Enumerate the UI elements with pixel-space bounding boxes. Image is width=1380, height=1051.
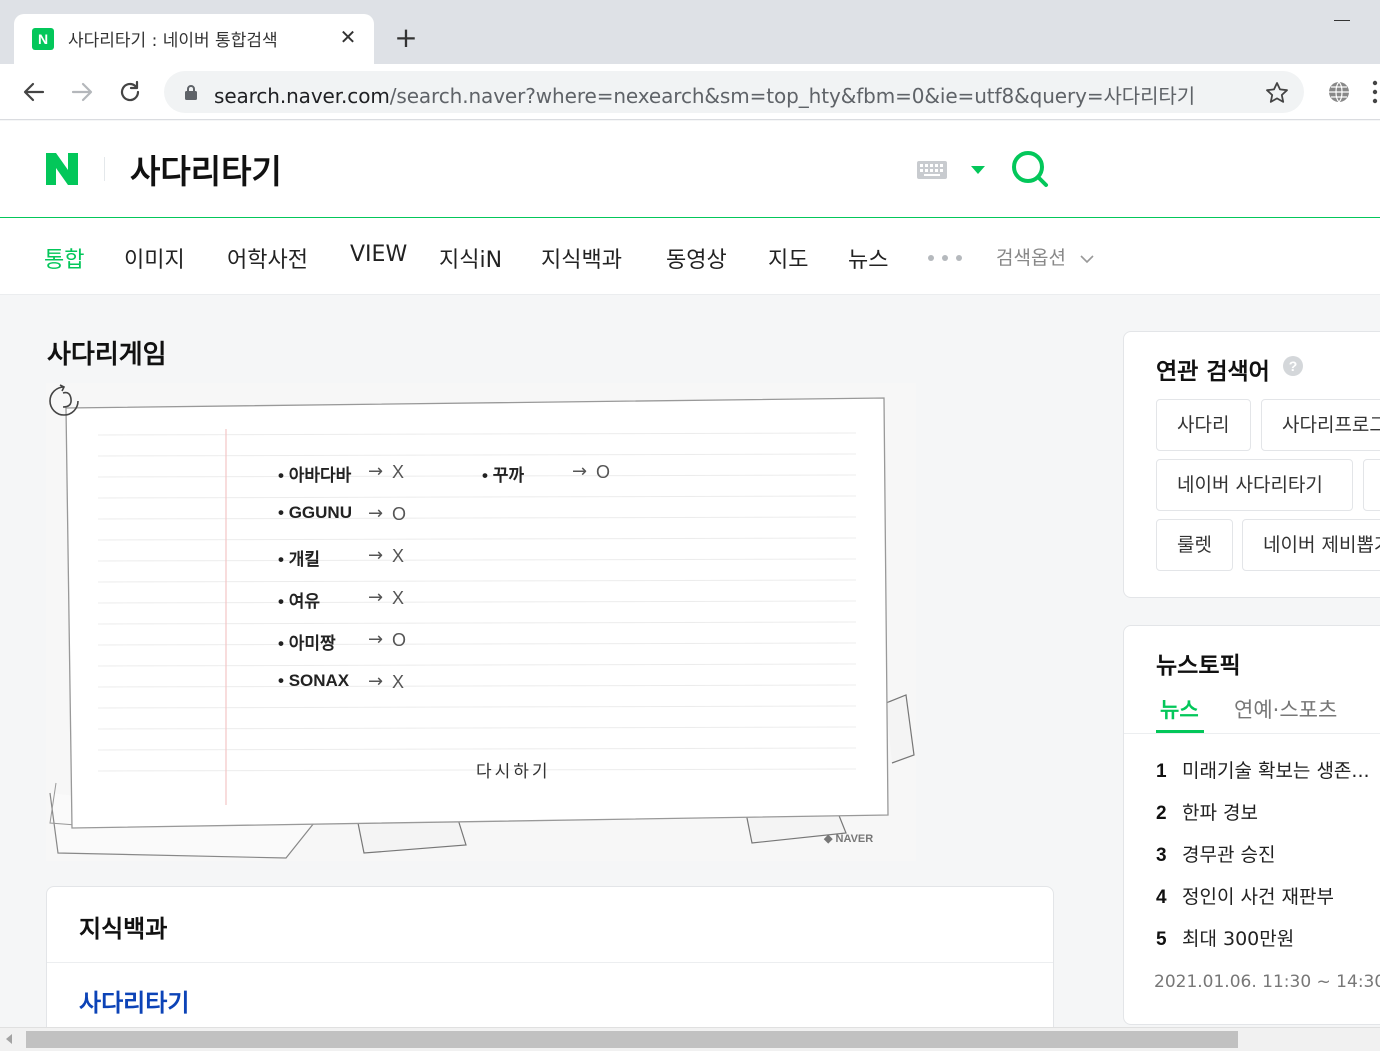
kebab-icon[interactable] bbox=[1370, 78, 1380, 106]
result-name: • GGUNU bbox=[278, 503, 352, 522]
result-value: O bbox=[392, 630, 407, 650]
help-icon[interactable]: ? bbox=[1282, 355, 1304, 377]
news-item[interactable]: 5 최대 300만원 bbox=[1156, 924, 1294, 951]
divider bbox=[47, 962, 1053, 963]
horizontal-scrollbar[interactable] bbox=[0, 1027, 1380, 1051]
tab-view[interactable]: VIEW bbox=[350, 242, 407, 267]
autocomplete-dropdown-icon[interactable] bbox=[970, 165, 986, 175]
news-topic-title: 뉴스토픽 bbox=[1156, 653, 1241, 679]
news-item[interactable]: 2 한파 경보 bbox=[1156, 798, 1258, 825]
paper-illustration bbox=[49, 397, 915, 859]
scroll-left-icon[interactable] bbox=[6, 1034, 12, 1044]
tab-news-topic[interactable]: 뉴스 bbox=[1160, 694, 1199, 724]
encyclopedia-link[interactable]: 사다리타기 bbox=[79, 983, 189, 1018]
related-chip[interactable]: 룰렛 bbox=[1156, 519, 1233, 571]
result-name: • 개킬 bbox=[278, 550, 320, 569]
retry-button[interactable]: 다시하기 bbox=[476, 757, 551, 782]
tab-knowledge-in[interactable]: 지식iN bbox=[439, 242, 502, 274]
lock-icon[interactable] bbox=[184, 84, 198, 100]
address-bar[interactable]: search.naver.com/search.naver?where=nexe… bbox=[164, 71, 1304, 113]
result-value: X bbox=[392, 462, 405, 482]
related-chip[interactable]: 네이버 제비뽑기 bbox=[1242, 519, 1380, 571]
minimize-button[interactable] bbox=[1334, 20, 1350, 21]
news-timestamp: 2021.01.06. 11:30 ~ 14:30 bbox=[1154, 972, 1380, 992]
arrow-icon: → bbox=[572, 461, 588, 482]
news-item[interactable]: 3 경무관 승진 bbox=[1156, 840, 1275, 867]
naver-header: 사다리타기 bbox=[0, 121, 1380, 218]
star-icon[interactable] bbox=[1264, 80, 1290, 106]
arrow-icon: → bbox=[368, 545, 384, 566]
news-item[interactable]: 1 미래기술 확보는 생존... bbox=[1156, 756, 1370, 783]
encyclopedia-title: 지식백과 bbox=[79, 915, 168, 943]
new-tab-button[interactable]: + bbox=[392, 24, 420, 52]
result-value: O bbox=[596, 462, 611, 482]
related-chip[interactable]: 사다리 bbox=[1156, 399, 1251, 451]
browser-tabstrip: N 사다리타기 : 네이버 통합검색 ✕ + bbox=[0, 0, 1380, 64]
tab-title: 사다리타기 : 네이버 통합검색 bbox=[68, 31, 278, 51]
related-searches-card: 연관 검색어 ? 사다리 사다리프로그램 네이버 사다리타기 룰렛 네이버 제비… bbox=[1123, 331, 1380, 598]
tab-entertainment-sports[interactable]: 연예·스포츠 bbox=[1234, 694, 1337, 724]
result-name: • 아바다바 bbox=[278, 466, 352, 485]
naver-watermark: ◆ NAVER bbox=[824, 833, 874, 845]
naver-logo-icon[interactable] bbox=[44, 151, 80, 187]
search-icon[interactable] bbox=[1010, 149, 1050, 189]
browser-tab[interactable]: N 사다리타기 : 네이버 통합검색 ✕ bbox=[14, 14, 374, 64]
arrow-icon: → bbox=[368, 587, 384, 608]
naver-favicon-icon: N bbox=[32, 28, 54, 50]
arrow-icon: → bbox=[368, 461, 384, 482]
tab-images[interactable]: 이미지 bbox=[124, 242, 185, 274]
scrollbar-thumb[interactable] bbox=[26, 1031, 1238, 1048]
retry-icon[interactable] bbox=[46, 383, 186, 417]
related-chip[interactable]: 사다리프로그램 bbox=[1261, 399, 1380, 451]
arrow-icon: → bbox=[368, 503, 384, 524]
logo-divider bbox=[104, 157, 105, 181]
result-value: X bbox=[392, 546, 405, 566]
divider bbox=[1124, 733, 1380, 734]
chevron-down-icon[interactable] bbox=[1080, 254, 1094, 264]
forward-icon[interactable] bbox=[66, 76, 98, 108]
news-topic-card: 뉴스토픽 뉴스 연예·스포츠 1 미래기술 확보는 생존... 2 한파 경보 3경… bbox=[1123, 625, 1380, 1025]
tab-encyclopedia[interactable]: 지식백과 bbox=[541, 242, 622, 274]
ladder-game-title: 사다리게임 bbox=[47, 340, 167, 370]
tab-news[interactable]: 뉴스 bbox=[848, 242, 888, 274]
globe-icon[interactable] bbox=[1326, 79, 1352, 105]
related-chip[interactable] bbox=[1363, 459, 1380, 511]
tab-map[interactable]: 지도 bbox=[768, 242, 808, 274]
tab-integrated[interactable]: 통합 bbox=[44, 242, 84, 274]
result-name: • 아미짱 bbox=[278, 634, 336, 653]
result-value: X bbox=[392, 672, 405, 692]
back-icon[interactable] bbox=[18, 76, 50, 108]
result-value: O bbox=[392, 504, 407, 524]
arrow-icon: → bbox=[368, 629, 384, 650]
result-value: X bbox=[392, 588, 405, 608]
search-query-input[interactable]: 사다리타기 bbox=[130, 145, 282, 193]
more-tabs-icon[interactable] bbox=[928, 255, 962, 261]
search-options-button[interactable]: 검색옵션 bbox=[996, 243, 1066, 270]
result-name: • 꾸까 bbox=[482, 466, 524, 485]
reload-icon[interactable] bbox=[114, 76, 146, 108]
result-name: • 여유 bbox=[278, 592, 320, 611]
svg-text:?: ? bbox=[1289, 358, 1298, 374]
tab-dictionary[interactable]: 어학사전 bbox=[227, 242, 308, 274]
keyboard-icon[interactable] bbox=[917, 161, 947, 179]
search-category-tabs: 통합 이미지 어학사전 VIEW 지식iN 지식백과 동영상 지도 뉴스 검색옵… bbox=[0, 218, 1380, 295]
tab-videos[interactable]: 동영상 bbox=[666, 242, 727, 274]
related-searches-title: 연관 검색어 bbox=[1156, 359, 1270, 385]
browser-toolbar: search.naver.com/search.naver?where=nexe… bbox=[0, 64, 1380, 120]
url-text[interactable]: search.naver.com/search.naver?where=nexe… bbox=[214, 80, 1195, 109]
close-tab-icon[interactable]: ✕ bbox=[336, 25, 360, 49]
related-chip[interactable]: 네이버 사다리타기 bbox=[1156, 459, 1353, 511]
ladder-game-board: • 아바다바 → X • GGUNU → O • 개킬 → X • 여유 → X… bbox=[46, 383, 916, 861]
news-item[interactable]: 4 정인이 사건 재판부 bbox=[1156, 882, 1334, 909]
arrow-icon: → bbox=[368, 671, 384, 692]
result-name: • SONAX bbox=[278, 671, 350, 690]
